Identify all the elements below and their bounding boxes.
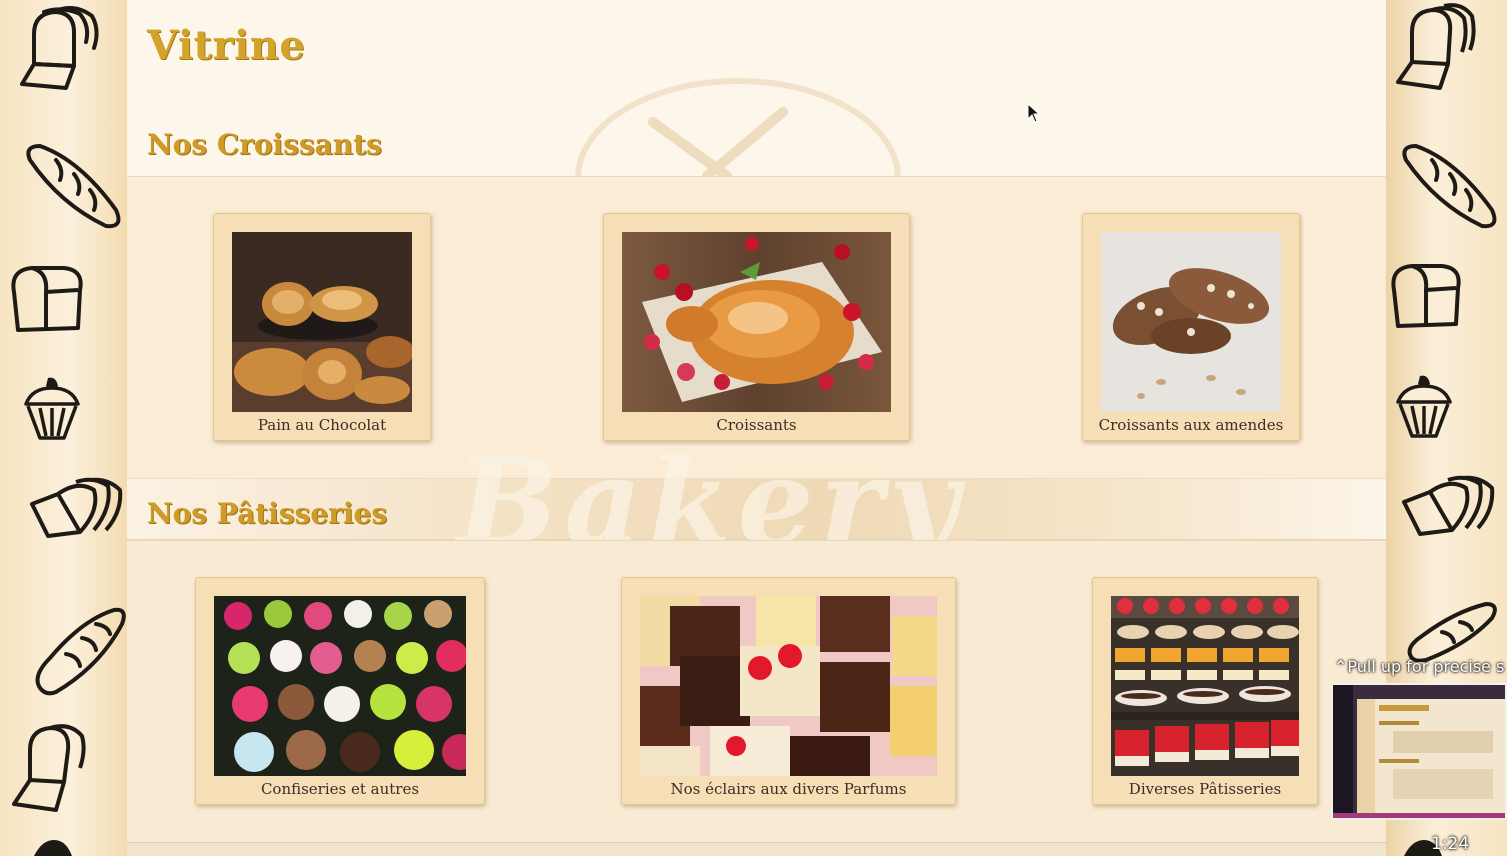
baguette-icon (1407, 601, 1497, 662)
section-heading-text: Nos Pâtisseries (147, 497, 388, 530)
eclairs-image (640, 596, 937, 776)
chevron-up-icon: ⌃ (1334, 657, 1348, 676)
product-card-confiseries[interactable]: Confiseries et autres (195, 577, 485, 805)
pull-up-hint[interactable]: ⌃Pull up for precise s (1334, 657, 1504, 676)
baguette-icon (35, 607, 126, 696)
baguette-icon (1402, 143, 1497, 229)
pain-au-chocolat-image (232, 232, 412, 412)
cupcake-icon (24, 377, 80, 440)
sliced-bread-icon (30, 477, 123, 538)
product-card-label: Confiseries et autres (260, 780, 420, 798)
bread-loaf-icon (20, 6, 99, 90)
product-card-label: Pain au Chocolat (257, 416, 387, 434)
baguette-icon (26, 143, 121, 229)
patisseries-gallery: Confiseries et autres Nos éclairs aux di… (127, 540, 1386, 842)
product-card-diverses-patisseries[interactable]: Diverses Pâtisseries (1092, 577, 1318, 805)
croissants-aux-amendes-image (1101, 232, 1281, 412)
mouse-cursor-icon (1027, 103, 1041, 123)
toast-icon (11, 266, 83, 332)
sliced-bread-icon (1396, 3, 1476, 90)
croissants-image (622, 232, 891, 412)
toast-icon (1391, 264, 1461, 328)
product-card-label: Diverses Pâtisseries (1128, 780, 1282, 798)
product-card-pain-au-chocolat[interactable]: Pain au Chocolat (213, 213, 431, 441)
diverses-patisseries-image (1111, 596, 1299, 776)
product-card-eclairs[interactable]: Nos éclairs aux divers Parfums (621, 577, 956, 805)
product-card-croissants-aux-amendes[interactable]: Croissants aux amendes (1082, 213, 1300, 441)
sliced-bread-icon (12, 724, 86, 812)
video-timestamp: 1:24 (1431, 834, 1470, 854)
preview-thumbnail[interactable] (1331, 683, 1507, 820)
cupcake-icon (34, 840, 72, 856)
main-content: Vitrine Nos Croissants Pain au Chocolat … (127, 0, 1386, 856)
sliced-bread-icon (1402, 475, 1495, 536)
product-card-croissants[interactable]: Croissants (603, 213, 910, 441)
product-card-label: Nos éclairs aux divers Parfums (670, 780, 907, 798)
section-heading-croissants: Nos Croissants (147, 128, 382, 161)
product-card-label: Croissants aux amendes (1098, 416, 1284, 434)
pull-up-text: Pull up for precise s (1347, 657, 1505, 676)
cupcake-icon (1396, 375, 1452, 438)
confiseries-image (214, 596, 466, 776)
page-title: Vitrine (147, 22, 306, 69)
left-decorative-panel (0, 0, 127, 856)
next-section-strip (127, 842, 1386, 856)
